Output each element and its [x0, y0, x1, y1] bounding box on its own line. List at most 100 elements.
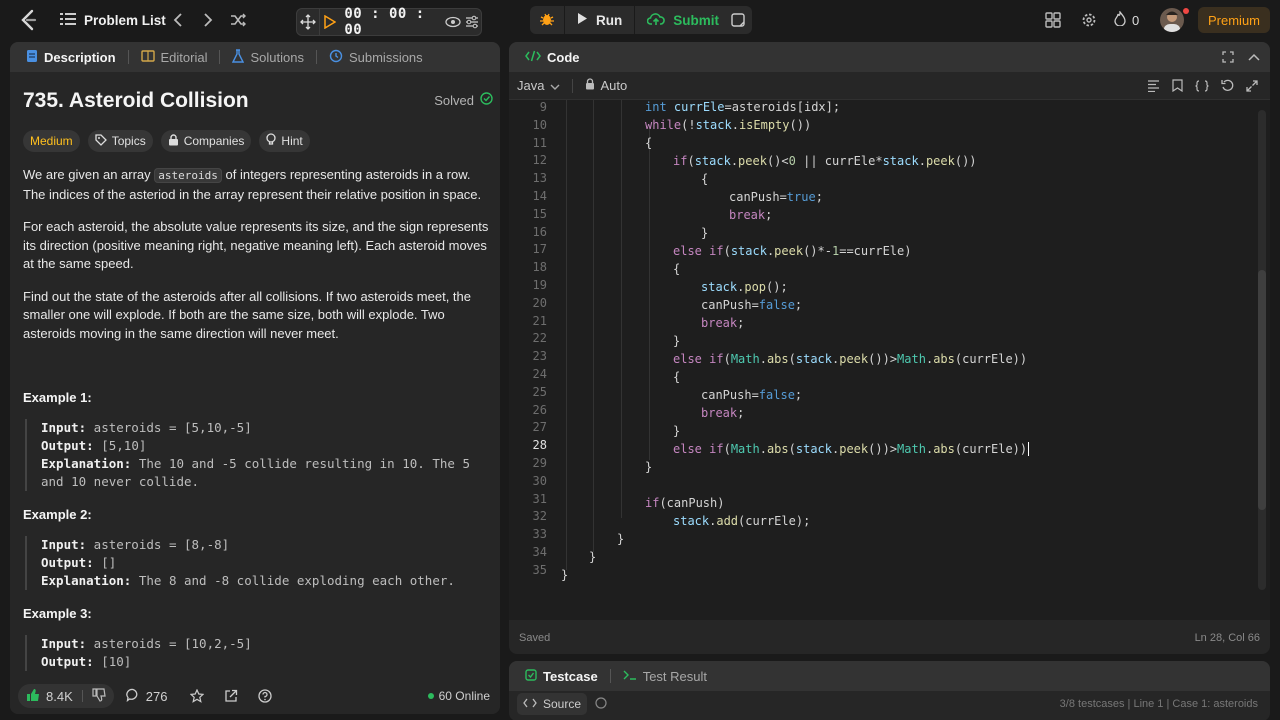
lock-icon — [168, 133, 179, 149]
input-value: asteroids = [8,-8] — [86, 537, 230, 552]
auto-mode[interactable]: Auto — [585, 78, 627, 93]
help-icon[interactable] — [253, 684, 277, 708]
leetcode-logo[interactable] — [18, 9, 40, 31]
topics-tag[interactable]: Topics — [87, 130, 153, 152]
timer-settings-icon[interactable] — [464, 9, 481, 35]
run-submit-group: Run Submit — [530, 6, 752, 34]
code-line-31: if(canPush) — [645, 496, 725, 510]
divider — [315, 50, 317, 64]
braces-icon[interactable] — [1195, 79, 1209, 92]
indent-guide — [621, 100, 622, 518]
divider — [81, 690, 83, 702]
tab-description[interactable]: Description — [18, 42, 124, 72]
book-icon — [140, 49, 155, 65]
collapse-icon[interactable] — [1248, 51, 1260, 63]
code-line-35: } — [561, 568, 569, 582]
testcase-info: 3/8 testcases | Line 1 | Case 1: asteroi… — [1059, 698, 1258, 710]
hint-tag[interactable]: Hint — [259, 130, 310, 152]
tab-test-result[interactable]: Test Result — [615, 661, 715, 691]
test-subbar: Source 3/8 testcases | Line 1 | Case 1: … — [509, 691, 1270, 717]
code-icon — [523, 697, 537, 711]
example-1-title: Example 1: — [23, 390, 92, 405]
thumbs-up-icon[interactable] — [26, 688, 40, 705]
comments-button[interactable]: 276 — [125, 688, 167, 705]
problem-description: 735. Asteroid Collision Solved Medium To… — [23, 86, 493, 671]
format-icon[interactable] — [1147, 79, 1160, 92]
thumbs-down-icon[interactable] — [92, 687, 106, 705]
divider — [572, 78, 574, 93]
streak-count: 0 — [1132, 12, 1140, 28]
tab-test-result-label: Test Result — [642, 668, 707, 684]
star-icon[interactable] — [185, 684, 209, 708]
test-tabs: Testcase Test Result — [509, 661, 1270, 691]
line-number: 23 — [532, 349, 547, 364]
code-line-23: else if(Math.abs(stack.peek())>Math.abs(… — [673, 352, 1028, 366]
line-number: 24 — [532, 367, 547, 381]
line-number: 25 — [532, 384, 547, 399]
language-label: Java — [517, 78, 545, 93]
next-problem-icon[interactable] — [198, 10, 218, 30]
code-line-19: stack.pop(); — [701, 280, 788, 294]
layout-icon[interactable] — [1043, 10, 1063, 30]
flask-icon — [232, 48, 245, 66]
companies-tag[interactable]: Companies — [160, 130, 252, 152]
share-icon[interactable] — [219, 684, 243, 708]
history-icon — [329, 49, 343, 66]
example-1-block: Input: asteroids = [5,10,-5] Output: [5,… — [25, 419, 493, 491]
tab-testcase[interactable]: Testcase — [517, 661, 606, 691]
divider — [219, 50, 221, 64]
avatar[interactable] — [1160, 8, 1184, 32]
shuffle-icon[interactable] — [228, 10, 248, 30]
fullscreen-icon[interactable] — [1246, 79, 1258, 92]
terminal-icon — [623, 669, 637, 684]
tab-code[interactable]: Code — [517, 42, 588, 72]
flame-icon — [1114, 10, 1126, 29]
prev-problem-icon[interactable] — [168, 10, 188, 30]
code-line-26: break; — [701, 406, 745, 420]
solved-label: Solved — [434, 92, 474, 108]
indent-guide — [593, 100, 594, 552]
line-number: 17 — [532, 242, 547, 257]
code-line-10: while(!stack.isEmpty()) — [645, 118, 812, 132]
code-line-9: int currEle=asteroids[idx]; — [645, 100, 841, 114]
problem-title: 735. Asteroid Collision — [23, 89, 249, 112]
description-paragraph-2: For each asteroid, the absolute value re… — [23, 219, 489, 271]
line-number: 19 — [532, 278, 547, 292]
bookmark-icon[interactable] — [1172, 79, 1183, 92]
companies-label: Companies — [183, 134, 245, 148]
line-number: 18 — [532, 260, 547, 275]
code-line-13: { — [701, 172, 709, 186]
code-editor[interactable]: 9 10 11 12 13 14 15 16 17 18 19 20 21 22 23 24 25 26 27 28 2… — [509, 100, 1270, 620]
line-number: 14 — [532, 189, 547, 203]
notes-icon[interactable] — [726, 8, 750, 32]
editor-scroll-thumb[interactable] — [1258, 270, 1266, 510]
reset-icon[interactable] — [1221, 79, 1234, 92]
timer-play-icon[interactable] — [320, 9, 341, 35]
maximize-icon[interactable] — [1222, 51, 1234, 63]
submit-button[interactable]: Submit — [635, 6, 731, 34]
problem-list-button[interactable]: Problem List — [60, 8, 166, 32]
drag-handle-icon[interactable] — [297, 9, 320, 35]
solved-status: Solved — [434, 92, 493, 108]
tab-submissions[interactable]: Submissions — [321, 42, 431, 72]
comment-icon — [125, 688, 140, 705]
premium-button[interactable]: Premium — [1198, 7, 1271, 33]
tab-editorial[interactable]: Editorial — [133, 42, 216, 72]
explanation-label: Explanation: — [41, 456, 132, 471]
line-number: 13 — [532, 171, 547, 186]
settings-gear-icon[interactable] — [1079, 10, 1099, 30]
code-line-24: { — [673, 370, 681, 384]
source-button[interactable]: Source — [517, 693, 588, 715]
run-button[interactable]: Run — [565, 6, 634, 34]
streak-counter[interactable]: 0 — [1114, 10, 1139, 30]
testcase-panel: Testcase Test Result Source 3/8 testcase… — [509, 661, 1270, 720]
input-label: Input: — [41, 420, 87, 435]
eye-icon[interactable] — [443, 9, 464, 35]
difficulty-badge[interactable]: Medium — [23, 130, 80, 152]
help-icon[interactable] — [595, 696, 607, 712]
check-circle-icon — [480, 92, 493, 108]
language-select[interactable]: Java — [517, 78, 560, 93]
online-indicator: 60 Online — [427, 689, 490, 703]
debug-button[interactable] — [530, 6, 564, 34]
tab-solutions[interactable]: Solutions — [224, 42, 311, 72]
